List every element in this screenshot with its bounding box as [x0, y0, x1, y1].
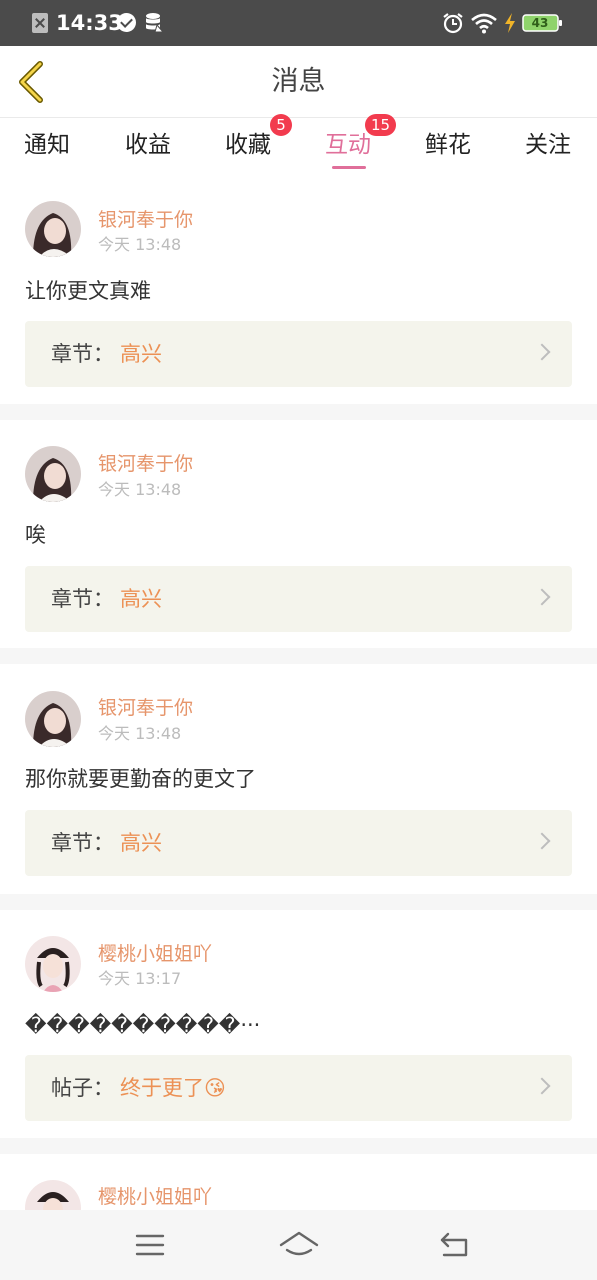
check-circle-icon — [117, 13, 136, 32]
alarm-icon — [443, 13, 463, 34]
comment-text: 让你更文真难 — [25, 279, 151, 303]
divider — [0, 404, 597, 420]
chevron-right-icon — [533, 588, 551, 606]
list-item[interactable]: 银河奉于你 今天 13:48 那你就要更勤奋的更文了 章节： 高兴 — [0, 664, 597, 894]
data-icon — [146, 13, 164, 33]
chevron-right-icon — [533, 832, 551, 850]
interactions-badge: 15 — [365, 114, 397, 136]
ref-label: 章节： — [51, 831, 114, 855]
timestamp: 今天 13:48 — [98, 724, 182, 743]
divider — [0, 648, 597, 664]
tab-bar: 通知 收益 收藏 5 互动 15 鲜花 关注 — [0, 114, 597, 180]
chapter-link[interactable]: 章节： 高兴 — [25, 810, 572, 876]
status-time: 14:33 — [56, 11, 123, 35]
list-item[interactable]: 银河奉于你 今天 13:48 让你更文真难 章节： 高兴 — [0, 180, 597, 404]
tab-flowers[interactable]: 鲜花 — [425, 130, 471, 170]
username[interactable]: 银河奉于你 — [98, 452, 193, 476]
tab-following[interactable]: 关注 — [525, 130, 571, 170]
comment-text: 唉 — [25, 523, 46, 547]
bottom-navigation — [0, 1210, 597, 1280]
avatar[interactable] — [25, 936, 81, 992]
username[interactable]: 银河奉于你 — [98, 208, 193, 232]
list-item[interactable]: 银河奉于你 今天 13:48 唉 章节： 高兴 — [0, 420, 597, 648]
battery-level: 43 — [531, 16, 549, 30]
timestamp: 今天 13:48 — [98, 480, 182, 499]
list-item[interactable]: 樱桃小姐姐吖 今天 13:17 ����������··· 帖子： 终于更了😘 — [0, 910, 597, 1138]
ref-label: 章节： — [51, 342, 114, 366]
ref-value: 终于更了😘 — [120, 1076, 226, 1100]
wifi-icon — [471, 13, 497, 34]
active-tab-indicator — [332, 166, 366, 169]
status-bar: 14:33 43 — [0, 0, 597, 46]
username[interactable]: 银河奉于你 — [98, 696, 193, 720]
ref-value: 高兴 — [120, 342, 162, 366]
chapter-link[interactable]: 章节： 高兴 — [25, 566, 572, 632]
ref-value: 高兴 — [120, 831, 162, 855]
chevron-right-icon — [533, 1077, 551, 1095]
chapter-link[interactable]: 章节： 高兴 — [25, 321, 572, 387]
tab-interactions[interactable]: 互动 — [325, 130, 371, 170]
avatar[interactable] — [25, 691, 81, 747]
home-icon[interactable] — [278, 1228, 320, 1262]
favorites-badge: 5 — [270, 114, 292, 136]
timestamp: 今天 13:17 — [98, 969, 182, 988]
list-item[interactable]: 樱桃小姐姐吖 — [0, 1154, 597, 1210]
page-title: 消息 — [271, 66, 326, 97]
chevron-right-icon — [533, 343, 551, 361]
avatar[interactable] — [25, 446, 81, 502]
header: 消息 — [0, 46, 597, 118]
tab-notifications[interactable]: 通知 — [24, 130, 70, 170]
avatar[interactable] — [25, 201, 81, 257]
tab-earnings[interactable]: 收益 — [125, 130, 171, 170]
comment-text: 那你就要更勤奋的更文了 — [25, 767, 256, 791]
ref-label: 章节： — [51, 587, 114, 611]
comment-text: ����������··· — [25, 1013, 261, 1037]
back-icon[interactable] — [438, 1230, 472, 1260]
ref-label: 帖子： — [51, 1076, 114, 1100]
username[interactable]: 樱桃小姐姐吖 — [98, 1185, 212, 1209]
ref-value: 高兴 — [120, 587, 162, 611]
menu-icon[interactable] — [134, 1232, 166, 1258]
avatar[interactable] — [25, 1180, 81, 1210]
timestamp: 今天 13:48 — [98, 235, 182, 254]
charging-bolt-icon — [505, 13, 515, 33]
username[interactable]: 樱桃小姐姐吖 — [98, 942, 212, 966]
tab-favorites[interactable]: 收藏 — [225, 130, 271, 170]
post-link[interactable]: 帖子： 终于更了😘 — [25, 1055, 572, 1121]
divider — [0, 1138, 597, 1154]
divider — [0, 894, 597, 910]
notification-x-icon — [32, 13, 48, 33]
